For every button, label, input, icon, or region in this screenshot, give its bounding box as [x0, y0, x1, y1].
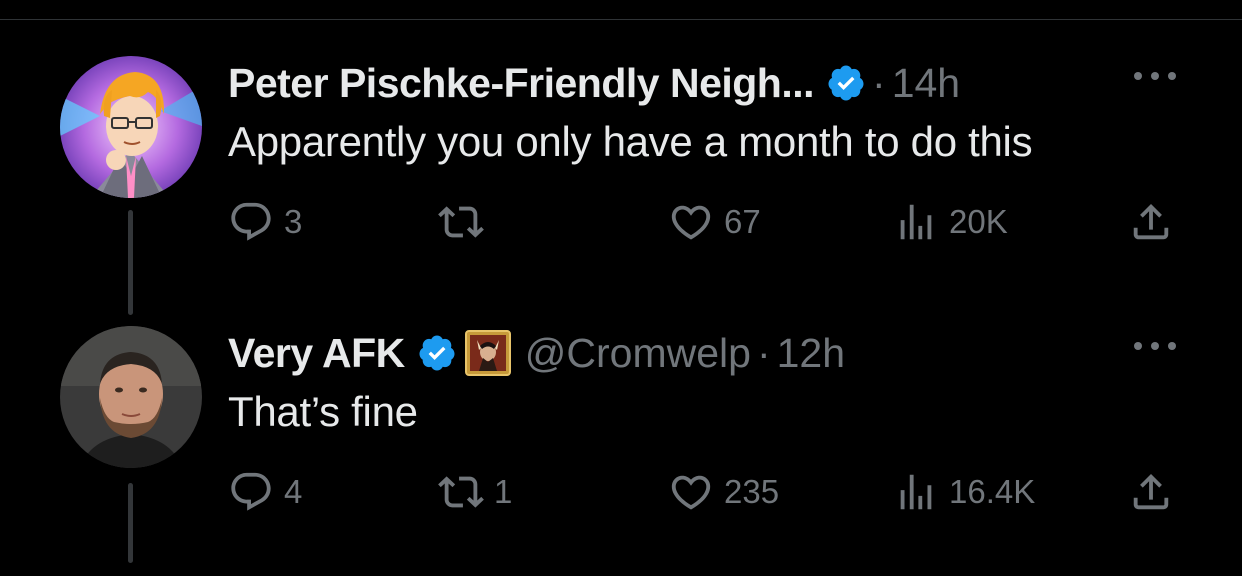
share-button[interactable] [1128, 468, 1174, 516]
action-bar: 4 1 235 16.4K [228, 468, 1178, 516]
like-button[interactable]: 67 [668, 198, 761, 246]
like-count: 67 [724, 203, 761, 240]
retweet-button[interactable] [438, 198, 494, 246]
tweet-text: Apparently you only have a month to do t… [228, 118, 1033, 165]
reply-icon [231, 472, 271, 511]
views-chart-icon [900, 474, 932, 510]
tweet-text: That’s fine [228, 388, 418, 435]
reply-count: 4 [284, 473, 303, 510]
tweet-header: Peter Pischke-Friendly Neigh... · 14h [228, 58, 960, 108]
retweet-icon [438, 206, 484, 238]
views-chart-icon [900, 204, 932, 240]
heart-icon [671, 475, 711, 510]
retweet-count: 1 [494, 473, 513, 510]
tweet[interactable]: Very AFK @Cromwelp · 12h That’s fine 4 1… [0, 318, 1242, 576]
game-character-badge-icon[interactable] [464, 330, 511, 376]
avatar[interactable] [60, 326, 202, 468]
views-count: 20K [949, 203, 1008, 240]
share-icon [1133, 473, 1169, 510]
share-button[interactable] [1128, 198, 1174, 246]
display-name[interactable]: Very AFK [228, 330, 405, 377]
more-options-icon[interactable] [1132, 70, 1178, 82]
avatar[interactable] [60, 56, 202, 198]
retweet-icon [438, 476, 484, 508]
bearded-man-avatar-icon [60, 326, 202, 468]
timestamp[interactable]: 12h [777, 330, 845, 377]
anime-character-avatar-icon [60, 56, 202, 198]
action-bar: 3 67 20K [228, 198, 1178, 246]
reply-count: 3 [284, 203, 303, 240]
tweet-header: Very AFK @Cromwelp · 12h [228, 328, 845, 378]
like-button[interactable]: 235 [668, 468, 779, 516]
views-button[interactable]: 20K [893, 198, 1008, 246]
views-button[interactable]: 16.4K [893, 468, 1035, 516]
top-divider [0, 19, 1242, 20]
separator-dot: · [756, 329, 771, 376]
thread-line [128, 210, 133, 315]
share-icon [1133, 203, 1169, 240]
timestamp[interactable]: 14h [892, 60, 960, 107]
reply-button[interactable]: 4 [228, 468, 302, 516]
views-count: 16.4K [949, 473, 1036, 510]
thread-line [128, 483, 133, 563]
reply-icon [231, 202, 271, 241]
like-count: 235 [724, 473, 780, 510]
reply-button[interactable]: 3 [228, 198, 302, 246]
separator-dot: · [872, 59, 886, 106]
retweet-button[interactable]: 1 [438, 468, 512, 516]
tweet[interactable]: Peter Pischke-Friendly Neigh... · 14h Ap… [0, 48, 1242, 318]
verified-badge-icon[interactable] [417, 333, 457, 373]
handle[interactable]: @Cromwelp [525, 330, 751, 377]
verified-badge-icon[interactable] [826, 63, 866, 103]
display-name[interactable]: Peter Pischke-Friendly Neigh... [228, 60, 815, 107]
heart-icon [671, 205, 711, 240]
more-options-icon[interactable] [1132, 340, 1178, 352]
